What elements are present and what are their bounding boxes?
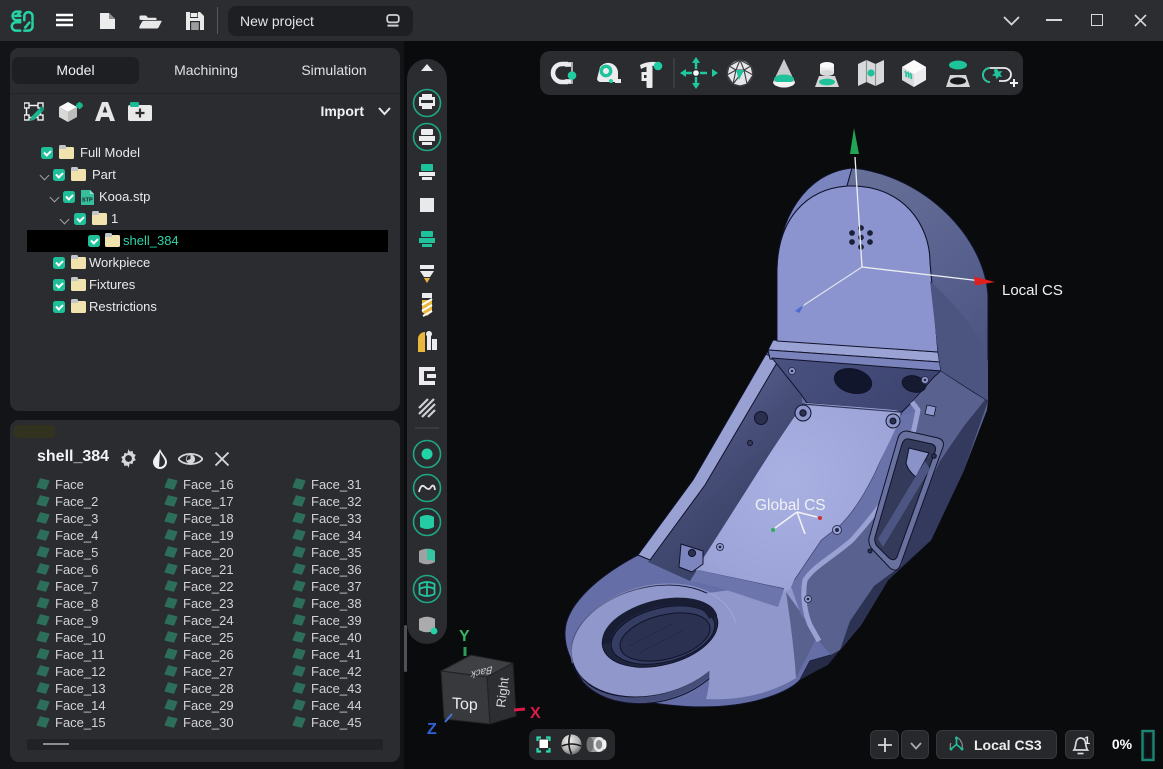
svg-text:1: 1 [1084, 735, 1090, 747]
svg-text:Global CS: Global CS [755, 497, 826, 514]
svg-text:STP: STP [82, 198, 93, 204]
svg-text:Local CS: Local CS [1002, 282, 1063, 299]
svg-text:Top: Top [452, 695, 478, 714]
svg-text:Y: Y [459, 628, 470, 645]
svg-text:X: X [530, 705, 541, 722]
svg-text:Z: Z [427, 721, 437, 738]
